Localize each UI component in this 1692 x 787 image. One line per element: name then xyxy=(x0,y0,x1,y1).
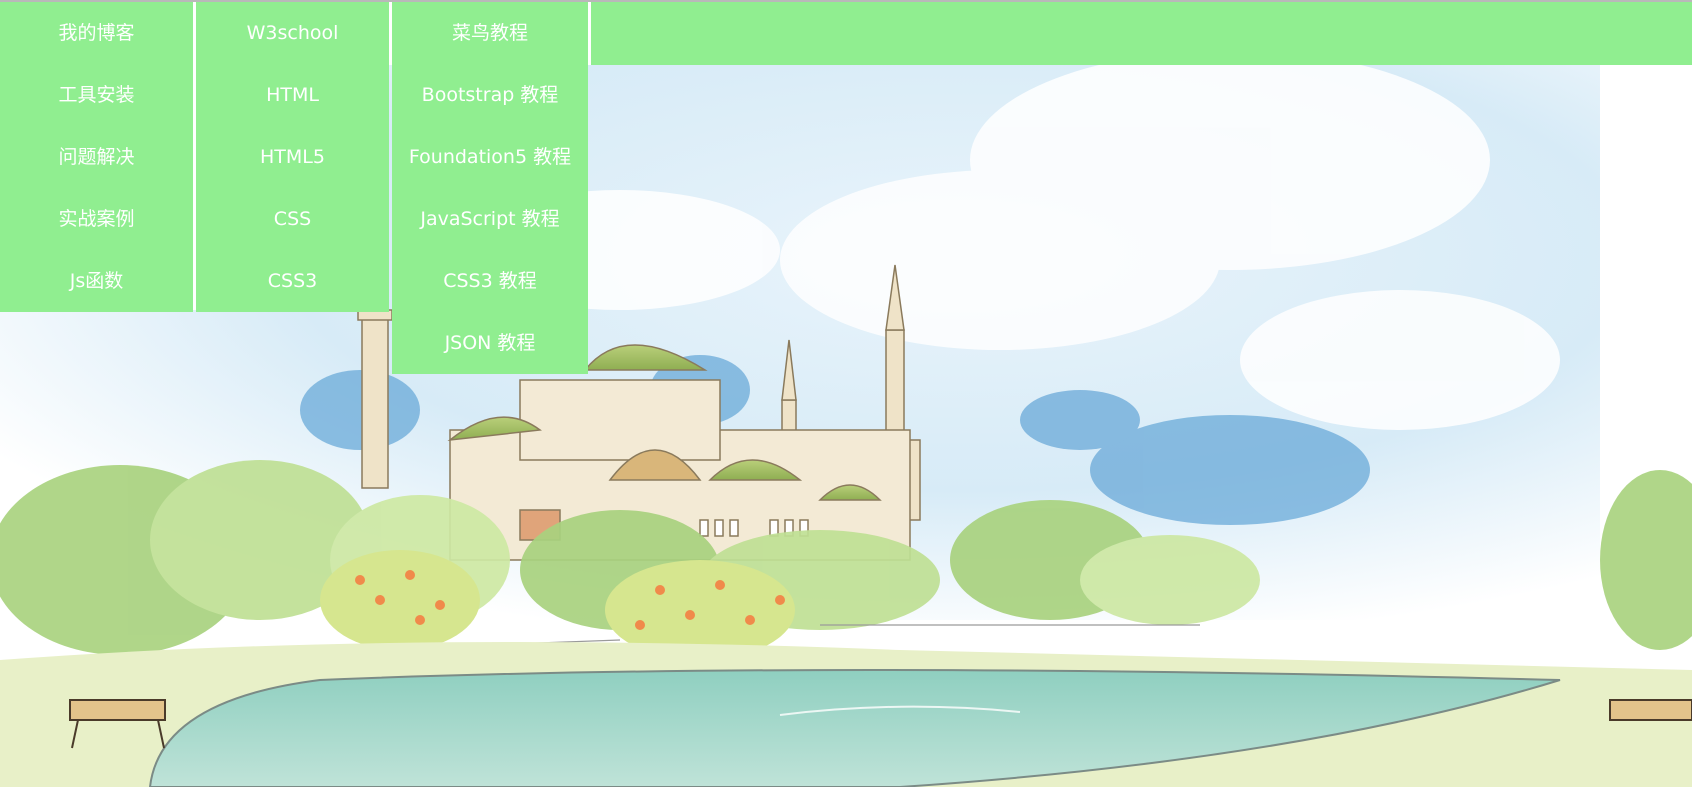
menu-item-w3school[interactable]: W3school xyxy=(196,2,389,64)
menu-item-html5[interactable]: HTML5 xyxy=(196,126,389,188)
column-separator xyxy=(588,2,591,65)
menu-column-runoob: 菜鸟教程 Bootstrap 教程 Foundation5 教程 JavaScr… xyxy=(392,2,588,374)
menu-item-foundation5[interactable]: Foundation5 教程 xyxy=(392,126,588,188)
menu-item-javascript[interactable]: JavaScript 教程 xyxy=(392,188,588,250)
menu-item-json[interactable]: JSON 教程 xyxy=(392,312,588,374)
menu-item-css3-tutorial[interactable]: CSS3 教程 xyxy=(392,250,588,312)
menu-item-html[interactable]: HTML xyxy=(196,64,389,126)
menu-item-css3[interactable]: CSS3 xyxy=(196,250,389,312)
menu-column-w3school: W3school HTML HTML5 CSS CSS3 xyxy=(196,2,389,312)
menu-item-bootstrap[interactable]: Bootstrap 教程 xyxy=(392,64,588,126)
menu-item-js-functions[interactable]: Js函数 xyxy=(0,250,193,312)
menu-item-blog[interactable]: 我的博客 xyxy=(0,2,193,64)
menu-column-blog: 我的博客 工具安装 问题解决 实战案例 Js函数 xyxy=(0,2,193,312)
page: 我的博客 工具安装 问题解决 实战案例 Js函数 W3school HTML H… xyxy=(0,0,1692,787)
menu-item-problem-solving[interactable]: 问题解决 xyxy=(0,126,193,188)
menu-item-tool-install[interactable]: 工具安装 xyxy=(0,64,193,126)
menu-item-runoob[interactable]: 菜鸟教程 xyxy=(392,2,588,64)
menu-item-practice-cases[interactable]: 实战案例 xyxy=(0,188,193,250)
menu-item-css[interactable]: CSS xyxy=(196,188,389,250)
